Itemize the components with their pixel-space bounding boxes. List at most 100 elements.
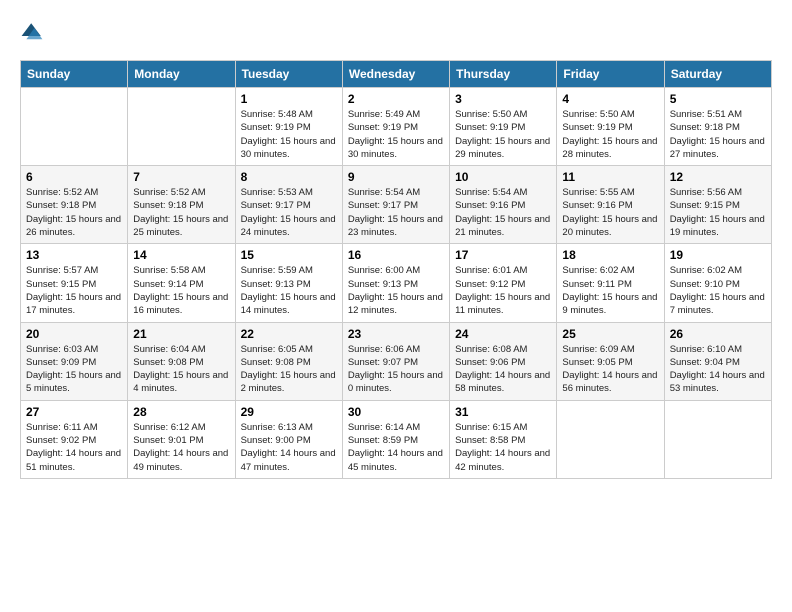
day-number: 18 [562, 248, 658, 262]
day-number: 9 [348, 170, 444, 184]
calendar-cell: 31 Sunrise: 6:15 AM Sunset: 8:58 PM Dayli… [450, 400, 557, 478]
day-info: Sunrise: 6:09 AM Sunset: 9:05 PM Dayligh… [562, 343, 658, 396]
calendar-week-row: 1 Sunrise: 5:48 AM Sunset: 9:19 PM Daylig… [21, 88, 772, 166]
calendar-cell: 2 Sunrise: 5:49 AM Sunset: 9:19 PM Daylig… [342, 88, 449, 166]
day-info: Sunrise: 6:11 AM Sunset: 9:02 PM Dayligh… [26, 421, 122, 474]
calendar-cell: 7 Sunrise: 5:52 AM Sunset: 9:18 PM Daylig… [128, 166, 235, 244]
calendar-cell: 20Sunrise: 6:03 AM Sunset: 9:09 PM Dayli… [21, 322, 128, 400]
calendar-cell: 30 Sunrise: 6:14 AM Sunset: 8:59 PM Dayli… [342, 400, 449, 478]
calendar-cell: 5 Sunrise: 5:51 AM Sunset: 9:18 PM Daylig… [664, 88, 771, 166]
calendar-cell: 8 Sunrise: 5:53 AM Sunset: 9:17 PM Daylig… [235, 166, 342, 244]
calendar-week-row: 20Sunrise: 6:03 AM Sunset: 9:09 PM Dayli… [21, 322, 772, 400]
day-number: 8 [241, 170, 337, 184]
day-info: Sunrise: 5:49 AM Sunset: 9:19 PM Dayligh… [348, 108, 444, 161]
day-info: Sunrise: 5:53 AM Sunset: 9:17 PM Dayligh… [241, 186, 337, 239]
calendar-cell: 11 Sunrise: 5:55 AM Sunset: 9:16 PM Dayli… [557, 166, 664, 244]
day-number: 12 [670, 170, 766, 184]
calendar-cell [128, 88, 235, 166]
day-info: Sunrise: 5:54 AM Sunset: 9:17 PM Dayligh… [348, 186, 444, 239]
day-info: Sunrise: 5:51 AM Sunset: 9:18 PM Dayligh… [670, 108, 766, 161]
day-of-week-header: Saturday [664, 61, 771, 88]
day-number: 31 [455, 405, 551, 419]
logo [20, 20, 48, 44]
day-info: Sunrise: 5:48 AM Sunset: 9:19 PM Dayligh… [241, 108, 337, 161]
day-number: 16 [348, 248, 444, 262]
day-info: Sunrise: 6:02 AM Sunset: 9:11 PM Dayligh… [562, 264, 658, 317]
day-info: Sunrise: 5:56 AM Sunset: 9:15 PM Dayligh… [670, 186, 766, 239]
day-number: 23 [348, 327, 444, 341]
calendar-cell: 10 Sunrise: 5:54 AM Sunset: 9:16 PM Dayli… [450, 166, 557, 244]
day-number: 30 [348, 405, 444, 419]
day-info: Sunrise: 6:04 AM Sunset: 9:08 PM Dayligh… [133, 343, 229, 396]
day-number: 13 [26, 248, 122, 262]
day-number: 17 [455, 248, 551, 262]
calendar-week-row: 13 Sunrise: 5:57 AM Sunset: 9:15 PM Dayli… [21, 244, 772, 322]
day-info: Sunrise: 5:52 AM Sunset: 9:18 PM Dayligh… [133, 186, 229, 239]
day-number: 6 [26, 170, 122, 184]
day-number: 10 [455, 170, 551, 184]
day-number: 29 [241, 405, 337, 419]
calendar-cell: 15 Sunrise: 5:59 AM Sunset: 9:13 PM Dayli… [235, 244, 342, 322]
calendar-cell: 21Sunrise: 6:04 AM Sunset: 9:08 PM Dayli… [128, 322, 235, 400]
calendar-cell: 29 Sunrise: 6:13 AM Sunset: 9:00 PM Dayli… [235, 400, 342, 478]
day-info: Sunrise: 6:05 AM Sunset: 9:08 PM Dayligh… [241, 343, 337, 396]
day-number: 27 [26, 405, 122, 419]
calendar-cell: 3Sunrise: 5:50 AM Sunset: 9:19 PM Daylig… [450, 88, 557, 166]
calendar-cell: 13 Sunrise: 5:57 AM Sunset: 9:15 PM Dayli… [21, 244, 128, 322]
calendar-cell: 26Sunrise: 6:10 AM Sunset: 9:04 PM Dayli… [664, 322, 771, 400]
day-number: 15 [241, 248, 337, 262]
day-number: 28 [133, 405, 229, 419]
logo-icon [20, 20, 44, 44]
day-info: Sunrise: 5:50 AM Sunset: 9:19 PM Dayligh… [562, 108, 658, 161]
calendar-cell: 6Sunrise: 5:52 AM Sunset: 9:18 PM Daylig… [21, 166, 128, 244]
calendar-cell [21, 88, 128, 166]
day-number: 24 [455, 327, 551, 341]
day-info: Sunrise: 6:00 AM Sunset: 9:13 PM Dayligh… [348, 264, 444, 317]
calendar-header-row: SundayMondayTuesdayWednesdayThursdayFrid… [21, 61, 772, 88]
day-info: Sunrise: 5:50 AM Sunset: 9:19 PM Dayligh… [455, 108, 551, 161]
calendar-cell: 25Sunrise: 6:09 AM Sunset: 9:05 PM Dayli… [557, 322, 664, 400]
calendar-cell: 9 Sunrise: 5:54 AM Sunset: 9:17 PM Daylig… [342, 166, 449, 244]
calendar-cell [557, 400, 664, 478]
day-info: Sunrise: 6:01 AM Sunset: 9:12 PM Dayligh… [455, 264, 551, 317]
day-of-week-header: Friday [557, 61, 664, 88]
day-number: 11 [562, 170, 658, 184]
calendar-cell: 12 Sunrise: 5:56 AM Sunset: 9:15 PM Dayli… [664, 166, 771, 244]
calendar-cell: 14 Sunrise: 5:58 AM Sunset: 9:14 PM Dayli… [128, 244, 235, 322]
day-of-week-header: Thursday [450, 61, 557, 88]
calendar-cell: 17 Sunrise: 6:01 AM Sunset: 9:12 PM Dayli… [450, 244, 557, 322]
day-info: Sunrise: 6:15 AM Sunset: 8:58 PM Dayligh… [455, 421, 551, 474]
calendar-cell: 23 Sunrise: 6:06 AM Sunset: 9:07 PM Dayli… [342, 322, 449, 400]
calendar-cell: 24 Sunrise: 6:08 AM Sunset: 9:06 PM Dayli… [450, 322, 557, 400]
calendar-week-row: 27 Sunrise: 6:11 AM Sunset: 9:02 PM Dayli… [21, 400, 772, 478]
day-info: Sunrise: 5:59 AM Sunset: 9:13 PM Dayligh… [241, 264, 337, 317]
page-header [20, 20, 772, 44]
calendar-week-row: 6 Sunrise: 5:52 AM Sunset: 9:18 PM Daylig… [21, 166, 772, 244]
day-info: Sunrise: 5:58 AM Sunset: 9:14 PM Dayligh… [133, 264, 229, 317]
day-info: Sunrise: 6:08 AM Sunset: 9:06 PM Dayligh… [455, 343, 551, 396]
calendar-cell [664, 400, 771, 478]
calendar-cell: 4Sunrise: 5:50 AM Sunset: 9:19 PM Daylig… [557, 88, 664, 166]
day-info: Sunrise: 6:06 AM Sunset: 9:07 PM Dayligh… [348, 343, 444, 396]
day-info: Sunrise: 5:55 AM Sunset: 9:16 PM Dayligh… [562, 186, 658, 239]
day-info: Sunrise: 6:13 AM Sunset: 9:00 PM Dayligh… [241, 421, 337, 474]
day-number: 22 [241, 327, 337, 341]
day-number: 14 [133, 248, 229, 262]
calendar-cell: 19Sunrise: 6:02 AM Sunset: 9:10 PM Dayli… [664, 244, 771, 322]
day-number: 5 [670, 92, 766, 106]
day-info: Sunrise: 5:54 AM Sunset: 9:16 PM Dayligh… [455, 186, 551, 239]
day-info: Sunrise: 5:57 AM Sunset: 9:15 PM Dayligh… [26, 264, 122, 317]
day-number: 1 [241, 92, 337, 106]
day-info: Sunrise: 6:12 AM Sunset: 9:01 PM Dayligh… [133, 421, 229, 474]
day-of-week-header: Monday [128, 61, 235, 88]
day-number: 20 [26, 327, 122, 341]
day-number: 7 [133, 170, 229, 184]
day-of-week-header: Wednesday [342, 61, 449, 88]
calendar-cell: 27 Sunrise: 6:11 AM Sunset: 9:02 PM Dayli… [21, 400, 128, 478]
day-info: Sunrise: 6:02 AM Sunset: 9:10 PM Dayligh… [670, 264, 766, 317]
day-number: 2 [348, 92, 444, 106]
calendar-cell: 22 Sunrise: 6:05 AM Sunset: 9:08 PM Dayli… [235, 322, 342, 400]
day-info: Sunrise: 6:14 AM Sunset: 8:59 PM Dayligh… [348, 421, 444, 474]
calendar-table: SundayMondayTuesdayWednesdayThursdayFrid… [20, 60, 772, 479]
calendar-cell: 18 Sunrise: 6:02 AM Sunset: 9:11 PM Dayli… [557, 244, 664, 322]
